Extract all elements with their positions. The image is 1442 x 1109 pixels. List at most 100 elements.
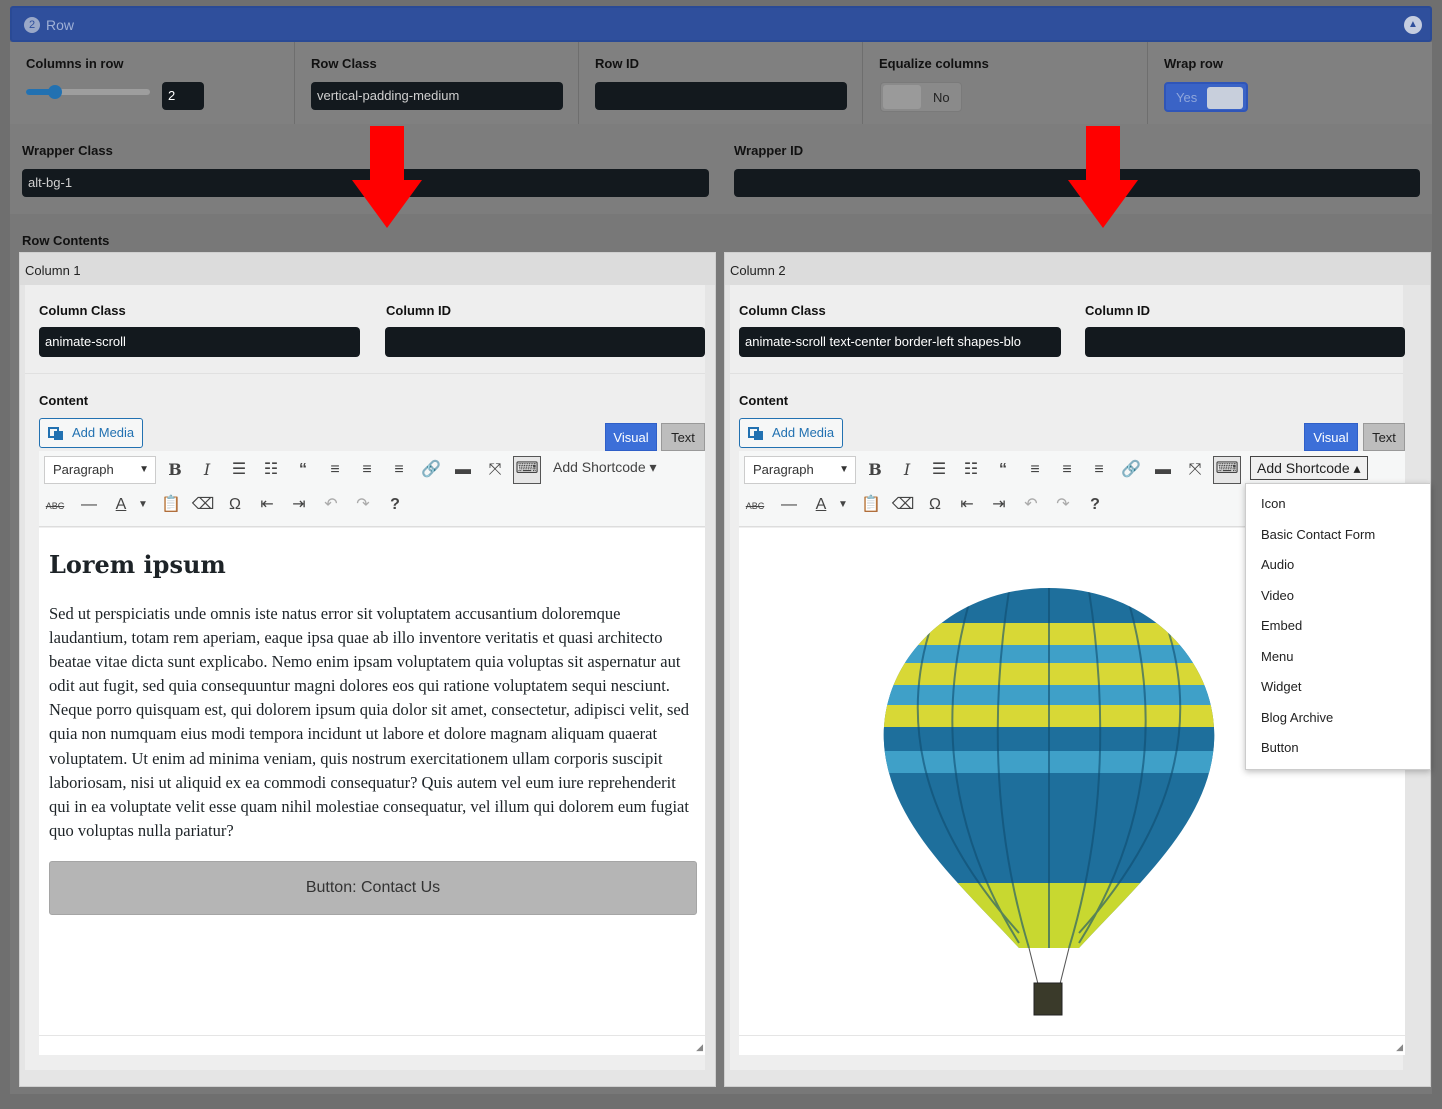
column-1-panel: Column 1 Column Class animate-scroll Col… [19,252,716,1087]
dropdown-item-widget[interactable]: Widget [1246,672,1430,703]
contact-button-preview[interactable]: Button: Contact Us [49,861,697,915]
bold-icon[interactable]: B [863,458,887,482]
text-color-icon[interactable]: A [109,493,133,517]
visual-tab[interactable]: Visual [1304,423,1358,451]
columns-input[interactable]: 2 [162,82,204,110]
indent-icon[interactable]: ⇥ [287,493,311,517]
row-id-input[interactable] [595,82,847,110]
wrap-toggle[interactable]: Yes [1164,82,1248,112]
numbered-list-icon[interactable]: ☷ [259,458,283,482]
bold-icon[interactable]: B [163,458,187,482]
chevron-up-icon[interactable]: ▲ [1404,16,1422,34]
red-arrow-down-icon [352,126,422,228]
toolbar-toggle-icon[interactable]: ⌨ [1213,456,1241,484]
blockquote-icon[interactable]: “ [991,458,1015,482]
add-media-button[interactable]: Add Media [739,418,844,448]
help-icon[interactable]: ? [1083,493,1107,517]
italic-icon[interactable]: I [195,458,219,482]
equalize-toggle[interactable]: No [880,82,962,112]
italic-icon[interactable]: I [895,458,919,482]
horizontal-line-icon[interactable]: — [777,493,801,517]
add-media-button[interactable]: Add Media [39,418,144,448]
undo-icon[interactable]: ↶ [1019,493,1043,517]
columns-slider[interactable] [26,85,150,99]
dropdown-item-blog-archive[interactable]: Blog Archive [1246,703,1430,734]
columns-cell: Columns in row 2 [10,42,295,124]
format-value: Paragraph [753,462,814,477]
dropdown-item-icon[interactable]: Icon [1246,489,1430,520]
align-right-icon[interactable]: ≡ [1087,458,1111,482]
visual-tab[interactable]: Visual [605,423,657,451]
clear-formatting-icon[interactable]: ⌫ [191,493,215,517]
blockquote-icon[interactable]: “ [291,458,315,482]
add-media-label: Add Media [72,425,135,440]
add-media-label: Add Media [772,425,835,440]
fullscreen-icon[interactable]: ⤧ [1183,458,1207,482]
dropdown-item-embed[interactable]: Embed [1246,611,1430,642]
clear-formatting-icon[interactable]: ⌫ [891,493,915,517]
dropdown-item-menu[interactable]: Menu [1246,642,1430,673]
special-character-icon[interactable]: Ω [223,493,247,517]
text-color-icon[interactable]: A [809,493,833,517]
bullet-list-icon[interactable]: ☰ [227,458,251,482]
text-color-dropdown-icon[interactable]: ▼ [831,493,855,517]
special-character-icon[interactable]: Ω [923,493,947,517]
redo-icon[interactable]: ↷ [1051,493,1075,517]
visual-editor[interactable]: Lorem ipsum Sed ut perspiciatis unde omn… [39,528,705,1055]
outdent-icon[interactable]: ⇤ [955,493,979,517]
strikethrough-icon[interactable]: ABC [743,494,767,518]
indent-icon[interactable]: ⇥ [987,493,1011,517]
read-more-icon[interactable]: ▬ [1151,458,1175,482]
column-2-title: Column 2 [725,253,1430,285]
text-tab[interactable]: Text [661,423,705,451]
dropdown-item-button[interactable]: Button [1246,733,1430,764]
format-select[interactable]: Paragraph ▼ [744,456,856,484]
editor-statusbar [39,1035,705,1055]
column-id-input[interactable] [1085,327,1405,357]
dropdown-item-audio[interactable]: Audio [1246,550,1430,581]
horizontal-line-icon[interactable]: — [77,493,101,517]
column-class-label: Column Class [39,303,126,318]
align-right-icon[interactable]: ≡ [387,458,411,482]
redo-icon[interactable]: ↷ [351,493,375,517]
help-icon[interactable]: ? [383,493,407,517]
content-label: Content [739,393,789,408]
outdent-icon[interactable]: ⇤ [255,493,279,517]
format-value: Paragraph [53,462,114,477]
align-center-icon[interactable]: ≡ [355,458,379,482]
dropdown-item-video[interactable]: Video [1246,581,1430,612]
link-icon[interactable]: 🔗 [419,458,443,482]
paste-text-icon[interactable]: 📋 [859,493,883,517]
strikethrough-icon[interactable]: ABC [43,494,67,518]
bullet-list-icon[interactable]: ☰ [927,458,951,482]
column-id-input[interactable] [385,327,705,357]
content-paragraph: Sed ut perspiciatis unde omnis iste natu… [49,604,689,840]
row-id-cell: Row ID [579,42,863,124]
slider-handle[interactable] [48,85,62,99]
undo-icon[interactable]: ↶ [319,493,343,517]
align-left-icon[interactable]: ≡ [323,458,347,482]
row-class-input[interactable]: vertical-padding-medium [311,82,563,110]
format-select[interactable]: Paragraph ▼ [44,456,156,484]
read-more-icon[interactable]: ▬ [451,458,475,482]
text-tab[interactable]: Text [1363,423,1405,451]
resize-handle-icon[interactable]: ◢ [1396,1042,1403,1053]
toolbar-toggle-icon[interactable]: ⌨ [513,456,541,484]
dropdown-item-basic-contact-form[interactable]: Basic Contact Form [1246,520,1430,551]
row-header[interactable]: 2 Row ▲ [10,6,1432,42]
add-shortcode-button[interactable]: Add Shortcode ▾ [553,459,657,476]
link-icon[interactable]: 🔗 [1119,458,1143,482]
paste-text-icon[interactable]: 📋 [159,493,183,517]
align-center-icon[interactable]: ≡ [1055,458,1079,482]
column-class-input[interactable]: animate-scroll [39,327,360,357]
numbered-list-icon[interactable]: ☷ [959,458,983,482]
resize-handle-icon[interactable]: ◢ [696,1042,703,1053]
row-number-badge: 2 [24,17,40,33]
text-color-dropdown-icon[interactable]: ▼ [131,493,155,517]
column-class-input[interactable]: animate-scroll text-center border-left s… [739,327,1061,357]
row-class-cell: Row Class vertical-padding-medium [295,42,579,124]
align-left-icon[interactable]: ≡ [1023,458,1047,482]
add-shortcode-button[interactable]: Add Shortcode ▴ [1250,456,1368,480]
wrapper-class-label: Wrapper Class [22,143,113,158]
fullscreen-icon[interactable]: ⤧ [483,458,507,482]
